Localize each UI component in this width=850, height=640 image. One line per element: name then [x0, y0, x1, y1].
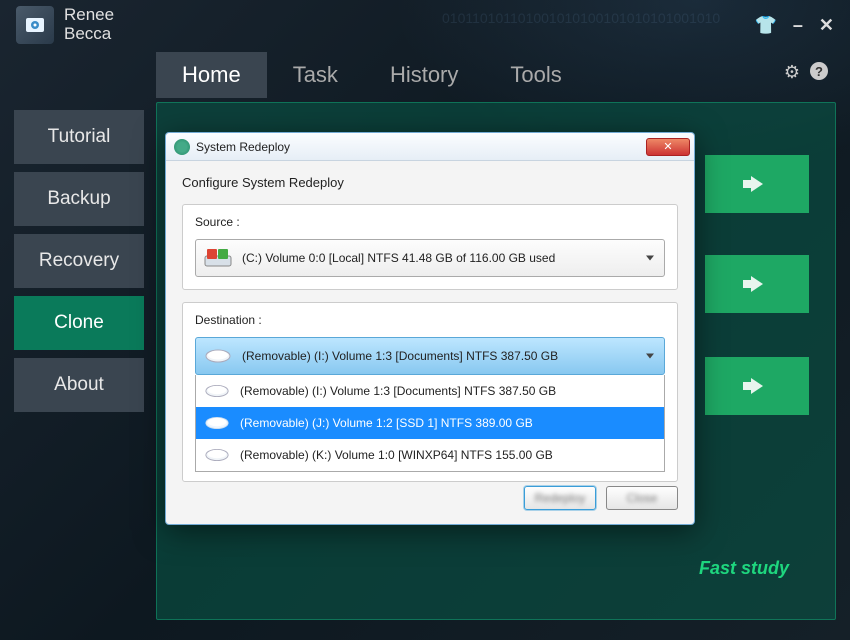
- app-icon: [16, 6, 54, 44]
- gear-icon[interactable]: ⚙: [784, 62, 800, 83]
- action-button-2[interactable]: [705, 255, 809, 313]
- action-button-3[interactable]: [705, 357, 809, 415]
- system-redeploy-dialog: System Redeploy ✕ Configure System Redep…: [165, 132, 695, 525]
- sidebar: Tutorial Backup Recovery Clone About: [14, 110, 144, 420]
- dialog-close-text-button[interactable]: Close: [606, 486, 678, 510]
- sidebar-item-tutorial[interactable]: Tutorial: [14, 110, 144, 164]
- destination-combo[interactable]: (Removable) (I:) Volume 1:3 [Documents] …: [195, 337, 665, 375]
- dialog-title-icon: [174, 139, 190, 155]
- arrow-right-icon: [751, 176, 763, 192]
- destination-option-0[interactable]: (Removable) (I:) Volume 1:3 [Documents] …: [196, 375, 664, 407]
- dialog-title: System Redeploy: [196, 140, 290, 154]
- destination-option-2[interactable]: (Removable) (K:) Volume 1:0 [WINXP64] NT…: [196, 439, 664, 471]
- action-button-1[interactable]: [705, 155, 809, 213]
- dialog-titlebar[interactable]: System Redeploy ✕: [166, 133, 694, 161]
- removable-drive-icon: [204, 447, 230, 463]
- chevron-down-icon: [646, 256, 654, 261]
- source-group: Source : (C:) Volume 0:0 [Local] NTFS 41…: [182, 204, 678, 290]
- app-title: Renee Becca: [64, 6, 114, 43]
- arrow-right-icon: [751, 378, 763, 394]
- sidebar-item-recovery[interactable]: Recovery: [14, 234, 144, 288]
- windows-drive-icon: [204, 248, 232, 268]
- fast-study-link[interactable]: Fast study: [699, 558, 789, 579]
- destination-dropdown: (Removable) (I:) Volume 1:3 [Documents] …: [195, 375, 665, 472]
- destination-option-1[interactable]: (Removable) (J:) Volume 1:2 [SSD 1] NTFS…: [196, 407, 664, 439]
- tab-home[interactable]: Home: [156, 52, 267, 98]
- removable-drive-icon: [204, 383, 230, 399]
- titlebar: Renee Becca 👕 – ✕: [0, 0, 850, 50]
- dialog-close-button[interactable]: ✕: [646, 138, 690, 156]
- arrow-right-icon: [751, 276, 763, 292]
- source-label: Source :: [195, 215, 665, 229]
- sidebar-item-about[interactable]: About: [14, 358, 144, 412]
- shirt-icon[interactable]: 👕: [754, 15, 776, 36]
- minimize-button[interactable]: –: [793, 15, 803, 36]
- dialog-heading: Configure System Redeploy: [182, 175, 678, 190]
- destination-label: Destination :: [195, 313, 665, 327]
- tab-task[interactable]: Task: [267, 52, 364, 98]
- tab-history[interactable]: History: [364, 52, 484, 98]
- source-combo[interactable]: (C:) Volume 0:0 [Local] NTFS 41.48 GB of…: [195, 239, 665, 277]
- chevron-down-icon: [646, 354, 654, 359]
- destination-selected-value: (Removable) (I:) Volume 1:3 [Documents] …: [242, 349, 558, 363]
- close-button[interactable]: ✕: [819, 15, 834, 36]
- help-icon[interactable]: ?: [810, 62, 828, 80]
- removable-drive-icon: [204, 415, 230, 431]
- removable-drive-icon: [204, 346, 232, 366]
- source-value: (C:) Volume 0:0 [Local] NTFS 41.48 GB of…: [242, 251, 555, 265]
- main-tabs: Home Task History Tools: [156, 52, 588, 98]
- destination-group: Destination : (Removable) (I:) Volume 1:…: [182, 302, 678, 482]
- sidebar-item-clone[interactable]: Clone: [14, 296, 144, 350]
- sidebar-item-backup[interactable]: Backup: [14, 172, 144, 226]
- redeploy-button[interactable]: Redeploy: [524, 486, 596, 510]
- tab-tools[interactable]: Tools: [484, 52, 587, 98]
